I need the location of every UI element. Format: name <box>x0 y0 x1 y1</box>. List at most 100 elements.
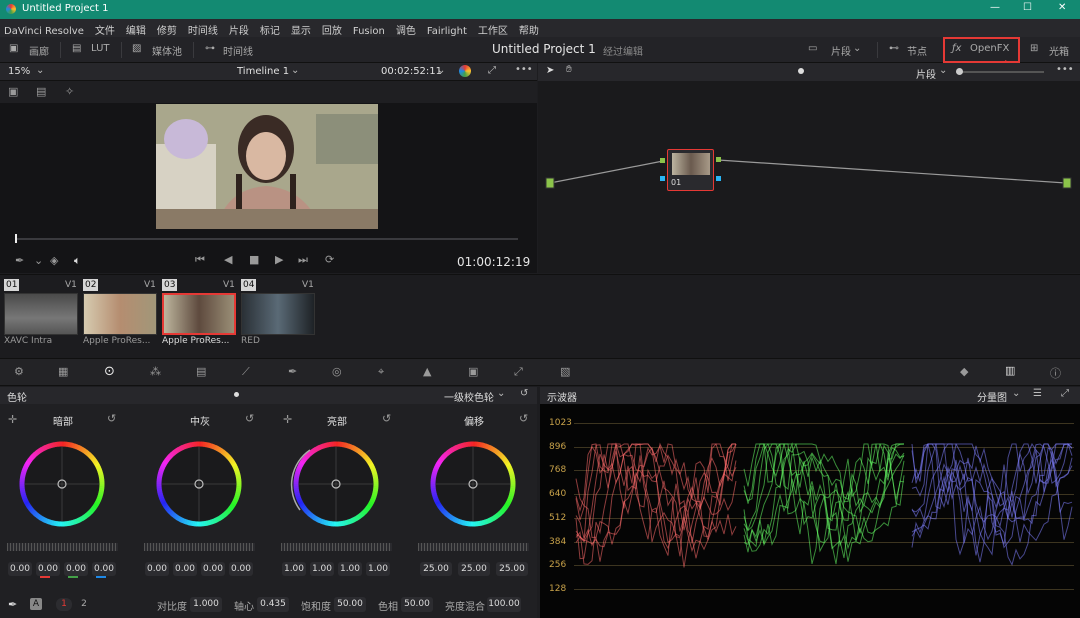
saturation-value[interactable]: 50.00 <box>334 597 366 612</box>
magic-wand-icon[interactable]: ✧ <box>65 85 74 98</box>
skip-back-icon[interactable]: ⏮︎ <box>195 253 205 267</box>
minimize-button[interactable]: — <box>990 2 1000 13</box>
menu-mark[interactable]: 标记 <box>260 26 280 37</box>
expand-icon[interactable]: ⤢ <box>1061 388 1069 399</box>
master-wheel-lift[interactable] <box>7 543 118 551</box>
auto-color-icon[interactable]: A <box>30 598 42 610</box>
single-view-icon[interactable]: ▣ <box>8 85 18 98</box>
menu-help[interactable]: 帮助 <box>519 26 539 37</box>
menu-fusion[interactable]: Fusion <box>353 26 385 37</box>
gain-r-value[interactable]: 1.00 <box>310 562 334 576</box>
more-options-icon[interactable]: ••• <box>515 64 533 75</box>
wheels-mode-dropdown[interactable]: 一级校色轮 <box>444 389 494 404</box>
zoom-slider-handle[interactable] <box>956 68 963 75</box>
pivot-value[interactable]: 0.435 <box>257 597 289 612</box>
reset-icon[interactable]: ↺ <box>245 412 254 425</box>
pointer-tool-icon[interactable]: ➤ <box>546 65 554 76</box>
master-wheel-gamma[interactable] <box>144 543 255 551</box>
contrast-value[interactable]: 1.000 <box>190 597 222 612</box>
auto-balance-icon[interactable]: ✒ <box>8 598 17 611</box>
menu-file[interactable]: 文件 <box>95 26 115 37</box>
menu-davinci[interactable]: DaVinci Resolve <box>4 26 84 37</box>
rgb-mixer-icon[interactable]: ⁂ <box>150 365 161 378</box>
menu-fairlight[interactable]: Fairlight <box>427 26 467 37</box>
lightbox-button[interactable]: 光箱 <box>1049 43 1069 58</box>
hand-tool-icon[interactable]: ✋︎ <box>566 64 572 75</box>
color-wheel-lift[interactable] <box>19 441 105 527</box>
info-icon[interactable]: ⓘ <box>1050 365 1061 381</box>
clips-dropdown[interactable]: 片段 <box>831 43 851 58</box>
gain-g-value[interactable]: 1.00 <box>338 562 362 576</box>
node-01[interactable]: 01 <box>667 149 714 191</box>
master-wheel-offset[interactable] <box>418 543 529 551</box>
more-options-icon[interactable]: ••• <box>1056 64 1074 75</box>
gain-b-value[interactable]: 1.00 <box>366 562 390 576</box>
reset-icon[interactable]: ↺ <box>519 412 528 425</box>
lum-mix-value[interactable]: 100.00 <box>487 597 521 612</box>
node-input-alpha[interactable] <box>660 176 665 181</box>
timeline-name-dropdown[interactable]: Timeline 1 <box>237 66 289 77</box>
tracker-icon[interactable]: ⌖ <box>378 365 384 379</box>
volume-icon[interactable]: 🔈︎ <box>74 254 81 268</box>
key-icon[interactable]: ▣ <box>468 365 478 378</box>
maximize-button[interactable]: ☐ <box>1023 2 1032 13</box>
zoom-dropdown[interactable]: 15% <box>8 66 30 77</box>
motion-effects-icon[interactable]: ▤ <box>196 365 206 378</box>
color-wheel-gamma[interactable] <box>156 441 242 527</box>
color-wheels-icon[interactable]: ⊙ <box>104 364 115 379</box>
hue-value[interactable]: 50.00 <box>401 597 433 612</box>
menu-playback[interactable]: 回放 <box>322 26 342 37</box>
menu-edit[interactable]: 编辑 <box>126 26 146 37</box>
split-view-icon[interactable]: ▤ <box>36 85 46 98</box>
sizing-icon[interactable]: ⤢ <box>514 365 523 379</box>
keyframes-icon[interactable]: ◆ <box>960 365 968 378</box>
reset-icon[interactable]: ↺ <box>382 412 391 425</box>
qualifier-icon[interactable]: ✒ <box>288 365 297 378</box>
clip-thumbnail-02[interactable] <box>83 293 157 335</box>
reset-icon[interactable]: ↺ <box>520 388 528 399</box>
media-pool-button[interactable]: 媒体池 <box>152 43 182 58</box>
node-input-rgb[interactable] <box>660 158 665 163</box>
blur-icon[interactable]: ▲ <box>423 365 431 378</box>
menu-trim[interactable]: 修剪 <box>157 26 177 37</box>
color-match-icon[interactable]: ▦ <box>58 365 68 378</box>
clip-thumbnail-03[interactable] <box>162 293 236 335</box>
scope-settings-icon[interactable]: ☰ <box>1033 388 1042 399</box>
window-icon[interactable]: ◎ <box>332 365 342 378</box>
lut-button[interactable]: LUT <box>91 43 110 54</box>
color-picker-icon[interactable] <box>459 65 471 77</box>
node-mode-dropdown[interactable]: 片段 <box>916 66 936 81</box>
gain-y-value[interactable]: 1.00 <box>282 562 306 576</box>
node-output-alpha[interactable] <box>716 176 721 181</box>
layers-icon[interactable]: ◈ <box>50 254 58 267</box>
reset-icon[interactable]: ↺ <box>107 412 116 425</box>
curves-icon[interactable]: ⟋ <box>242 365 250 379</box>
openfx-button[interactable]: OpenFX <box>970 43 1009 54</box>
gamma-b-value[interactable]: 0.00 <box>229 562 253 576</box>
menu-color[interactable]: 调色 <box>396 26 416 37</box>
menu-workspace[interactable]: 工作区 <box>478 26 508 37</box>
color-wheel-offset[interactable] <box>430 441 516 527</box>
gamma-r-value[interactable]: 0.00 <box>173 562 197 576</box>
lift-b-value[interactable]: 0.00 <box>92 562 116 576</box>
master-wheel-gain[interactable] <box>281 543 392 551</box>
lift-r-value[interactable]: 0.00 <box>36 562 60 576</box>
offset-b-value[interactable]: 25.00 <box>496 562 528 576</box>
timeline-button[interactable]: 时间线 <box>223 43 253 58</box>
offset-g-value[interactable]: 25.00 <box>458 562 490 576</box>
play-icon[interactable]: ▶ <box>275 253 283 266</box>
loop-icon[interactable]: ⟳ <box>325 253 334 266</box>
menu-clip[interactable]: 片段 <box>229 26 249 37</box>
scope-mode-dropdown[interactable]: 分量图 <box>977 389 1007 404</box>
fullscreen-icon[interactable]: ⤢ <box>488 65 496 76</box>
page-dot-icon[interactable] <box>234 392 239 397</box>
offset-r-value[interactable]: 25.00 <box>420 562 452 576</box>
node-output-rgb[interactable] <box>716 157 721 162</box>
clip-thumbnail-01[interactable] <box>4 293 78 335</box>
menu-timeline[interactable]: 时间线 <box>188 26 218 37</box>
clip-thumbnail-04[interactable] <box>241 293 315 335</box>
scopes-icon[interactable]: ▥ <box>1005 364 1015 377</box>
camera-raw-icon[interactable]: ⚙︎ <box>14 365 24 378</box>
nodes-button[interactable]: 节点 <box>907 43 927 58</box>
skip-forward-icon[interactable]: ⏭︎ <box>298 253 308 267</box>
